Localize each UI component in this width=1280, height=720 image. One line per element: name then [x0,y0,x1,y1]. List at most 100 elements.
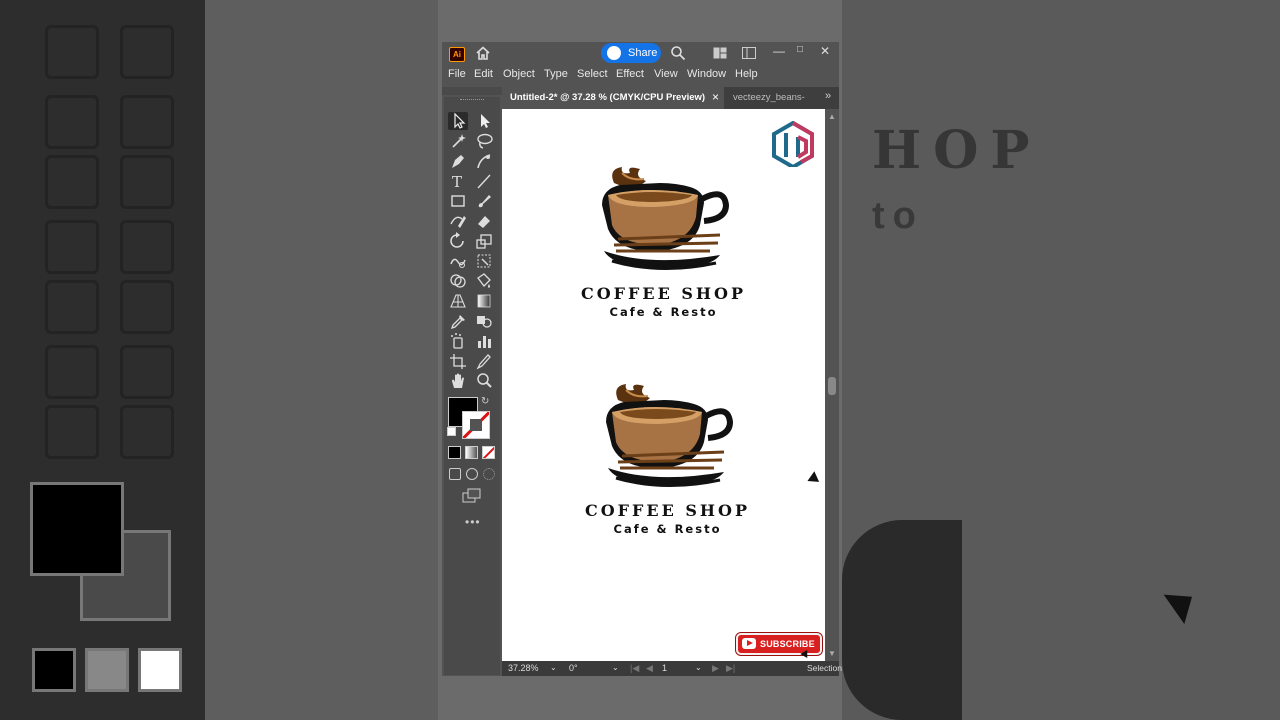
scroll-up-icon[interactable]: ▲ [828,112,836,121]
type-tool-icon[interactable]: T [448,172,468,190]
artboard-tool-icon[interactable] [448,352,468,370]
ghost-tool-icon [120,405,174,459]
menu-object[interactable]: Object [503,68,535,80]
svg-text:T: T [452,173,462,190]
ghost-subtitle: to [872,195,924,237]
draw-behind-icon[interactable] [466,468,478,480]
artboard-dropdown-icon[interactable]: ⌄ [695,663,702,672]
zoom-dropdown-icon[interactable]: ⌄ [550,663,557,672]
menu-edit[interactable]: Edit [474,68,493,80]
shaper-tool-icon[interactable] [448,212,468,230]
status-bar: 37.28% ⌄ 0° ⌄ |◀ ◀ 1 ⌄ ▶ ▶| Selection [502,661,842,676]
menu-file[interactable]: File [448,68,466,80]
gradient-mode-icon[interactable] [465,446,478,459]
toolbox-grip[interactable] [460,99,484,102]
slice-tool-icon[interactable] [474,352,494,370]
menu-type[interactable]: Type [544,68,568,80]
ghost-swatch [138,648,182,692]
scale-tool-icon[interactable] [474,232,494,250]
ghost-swatch [32,648,76,692]
lasso-tool-icon[interactable] [474,132,494,150]
ghost-tool-icon [45,25,99,79]
logo-title: COFFEE SHOP [581,284,746,303]
column-graph-tool-icon[interactable] [474,332,494,350]
ghost-fill-swatch [30,482,124,576]
draw-normal-icon[interactable] [449,468,461,480]
screen-mode-icon[interactable] [462,488,482,504]
none-mode-icon[interactable] [482,446,495,459]
logo-subtitle: Cafe & Resto [609,305,718,319]
default-fill-stroke-icon[interactable] [447,427,456,436]
home-icon[interactable] [475,45,491,61]
close-window-icon[interactable]: ✕ [820,44,830,58]
minimize-icon[interactable]: — [773,44,785,58]
blend-tool-icon[interactable] [474,312,494,330]
gradient-tool-icon[interactable] [474,292,494,310]
app-logo-icon: Ai [449,47,465,62]
rotation-dropdown-icon[interactable]: ⌄ [612,663,619,672]
more-tabs-icon[interactable]: » [825,90,831,102]
hand-tool-icon[interactable] [448,372,468,390]
vertical-scrollbar[interactable]: ▲ ▼ [825,109,839,661]
artboard-number[interactable]: 1 [662,663,667,673]
workspace-switcher-icon[interactable] [742,47,756,59]
first-artboard-icon[interactable]: |◀ [630,663,639,674]
youtube-play-icon [742,638,756,649]
menu-window[interactable]: Window [687,68,726,80]
shape-builder-tool-icon[interactable] [448,272,468,290]
swap-fill-stroke-icon[interactable]: ↻ [481,396,489,407]
artboard-canvas[interactable]: COFFEE SHOP Cafe & Resto COFFEE SHOP Caf… [502,109,825,661]
scroll-down-icon[interactable]: ▼ [828,649,836,658]
previous-artboard-icon[interactable]: ◀ [646,663,653,674]
perspective-grid-tool-icon[interactable] [448,292,468,310]
menu-bar: File Edit Object Type Select Effect View… [442,66,839,84]
free-transform-tool-icon[interactable] [474,252,494,270]
magic-wand-tool-icon[interactable] [448,132,468,150]
eraser-tool-icon[interactable] [474,212,494,230]
next-artboard-icon[interactable]: ▶ [712,663,719,674]
menu-help[interactable]: Help [735,68,758,80]
paintbrush-tool-icon[interactable] [474,192,494,210]
draw-inside-icon[interactable] [483,468,495,480]
maximize-icon[interactable]: □ [797,44,803,55]
pen-tool-icon[interactable] [448,152,468,170]
rotate-tool-icon[interactable] [448,232,468,250]
rotation-value[interactable]: 0° [569,663,578,673]
warp-tool-icon[interactable] [448,252,468,270]
menu-select[interactable]: Select [577,68,608,80]
menu-effect[interactable]: Effect [616,68,644,80]
arrange-documents-icon[interactable] [713,47,727,59]
stroke-swatch[interactable] [462,411,490,439]
zoom-tool-icon[interactable] [474,372,494,390]
share-button[interactable]: Share [601,43,661,63]
rectangle-tool-icon[interactable] [448,192,468,210]
close-tab-icon[interactable]: × [712,90,719,104]
share-label: Share [628,47,658,59]
tab-untitled-2[interactable]: Untitled-2* @ 37.28 % (CMYK/CPU Preview)… [502,87,724,109]
ghost-tool-icon [45,280,99,334]
live-paint-bucket-icon[interactable] [474,272,494,290]
ghost-tool-icon [45,155,99,209]
scrollbar-thumb[interactable] [828,377,836,395]
ghost-cup [842,520,962,720]
curvature-tool-icon[interactable] [474,152,494,170]
ghost-swatch [85,648,129,692]
last-artboard-icon[interactable]: ▶| [726,663,735,674]
subscribe-button[interactable]: SUBSCRIBE [736,633,822,655]
color-mode-icon[interactable] [448,446,461,459]
tab-vecteezy-beans[interactable]: vecteezy_beans- [733,92,805,103]
zoom-level[interactable]: 37.28% [508,663,539,673]
edit-toolbar-icon[interactable]: ••• [465,515,481,529]
direct-selection-tool-icon[interactable] [474,112,494,130]
menu-view[interactable]: View [654,68,678,80]
toolbox: T ↻ ••• [444,97,500,675]
line-segment-tool-icon[interactable] [474,172,494,190]
ghost-title: HOP [872,120,1042,181]
user-icon [607,46,621,60]
logo-subtitle: Cafe & Resto [613,522,722,536]
eyedropper-tool-icon[interactable] [448,312,468,330]
symbol-sprayer-tool-icon[interactable] [448,332,468,350]
search-icon[interactable] [670,45,686,61]
selection-tool-icon[interactable] [448,112,468,130]
ghost-tool-icon [120,345,174,399]
